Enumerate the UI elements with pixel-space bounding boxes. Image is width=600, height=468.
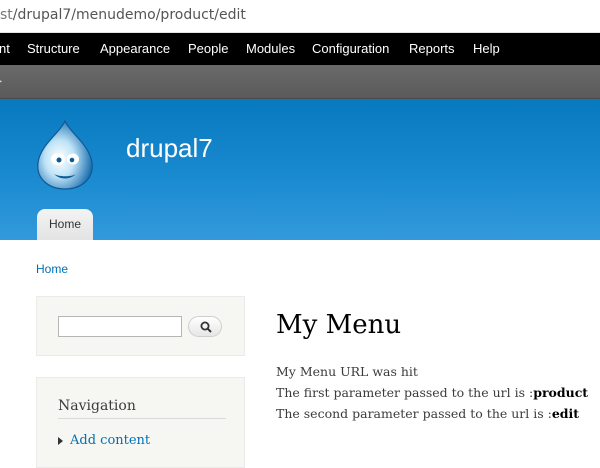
content-line-2-prefix: The first parameter passed to the url is… [276, 385, 534, 400]
toolbar-item-content[interactable]: nt [0, 33, 10, 65]
navigation-block: Navigation Add content [36, 377, 245, 468]
content-line-3-prefix: The second parameter passed to the url i… [276, 406, 552, 421]
address-bar[interactable]: st/drupal7/menudemo/product/edit [0, 0, 600, 33]
content-line-3: The second parameter passed to the url i… [276, 406, 579, 421]
toolbar-item-configuration[interactable]: Configuration [312, 33, 389, 65]
second-parameter-value: edit [551, 406, 580, 421]
search-block [36, 296, 245, 356]
toolbar-item-help[interactable]: Help [473, 33, 500, 65]
navigation-divider [58, 418, 226, 419]
search-input[interactable] [58, 316, 182, 337]
url-host-fragment: st [0, 7, 13, 23]
toolbar-item-modules[interactable]: Modules [246, 33, 295, 65]
toolbar-item-appearance[interactable]: Appearance [100, 33, 170, 65]
search-button[interactable] [188, 316, 222, 337]
breadcrumb: Home [36, 262, 68, 276]
toolbar-item-structure[interactable]: Structure [27, 33, 80, 65]
toolbar-item-people[interactable]: People [188, 33, 228, 65]
page-title: My Menu [276, 310, 402, 340]
tab-home[interactable]: Home [37, 209, 93, 240]
navigation-title: Navigation [58, 398, 136, 414]
url-path: /drupal7/menudemo/product/edit [12, 7, 246, 23]
bullet-arrow-icon [58, 437, 63, 445]
content-line-1: My Menu URL was hit [276, 364, 418, 379]
drupal-logo-icon[interactable] [34, 119, 96, 191]
shortcut-toggle-icon[interactable]: ▸ [0, 77, 3, 87]
site-header: drupal7 Home [0, 99, 600, 240]
content-line-2: The first parameter passed to the url is… [276, 385, 588, 400]
nav-link-add-content[interactable]: Add content [70, 433, 150, 448]
shortcut-bar: ▸ [0, 65, 600, 99]
search-icon [200, 321, 212, 333]
breadcrumb-home-link[interactable]: Home [36, 262, 68, 276]
url-text[interactable]: st/drupal7/menudemo/product/edit [0, 7, 246, 23]
admin-toolbar: nt Structure Appearance People Modules C… [0, 33, 600, 65]
toolbar-item-reports[interactable]: Reports [409, 33, 455, 65]
first-parameter-value: product [533, 385, 589, 400]
site-name[interactable]: drupal7 [126, 133, 213, 164]
